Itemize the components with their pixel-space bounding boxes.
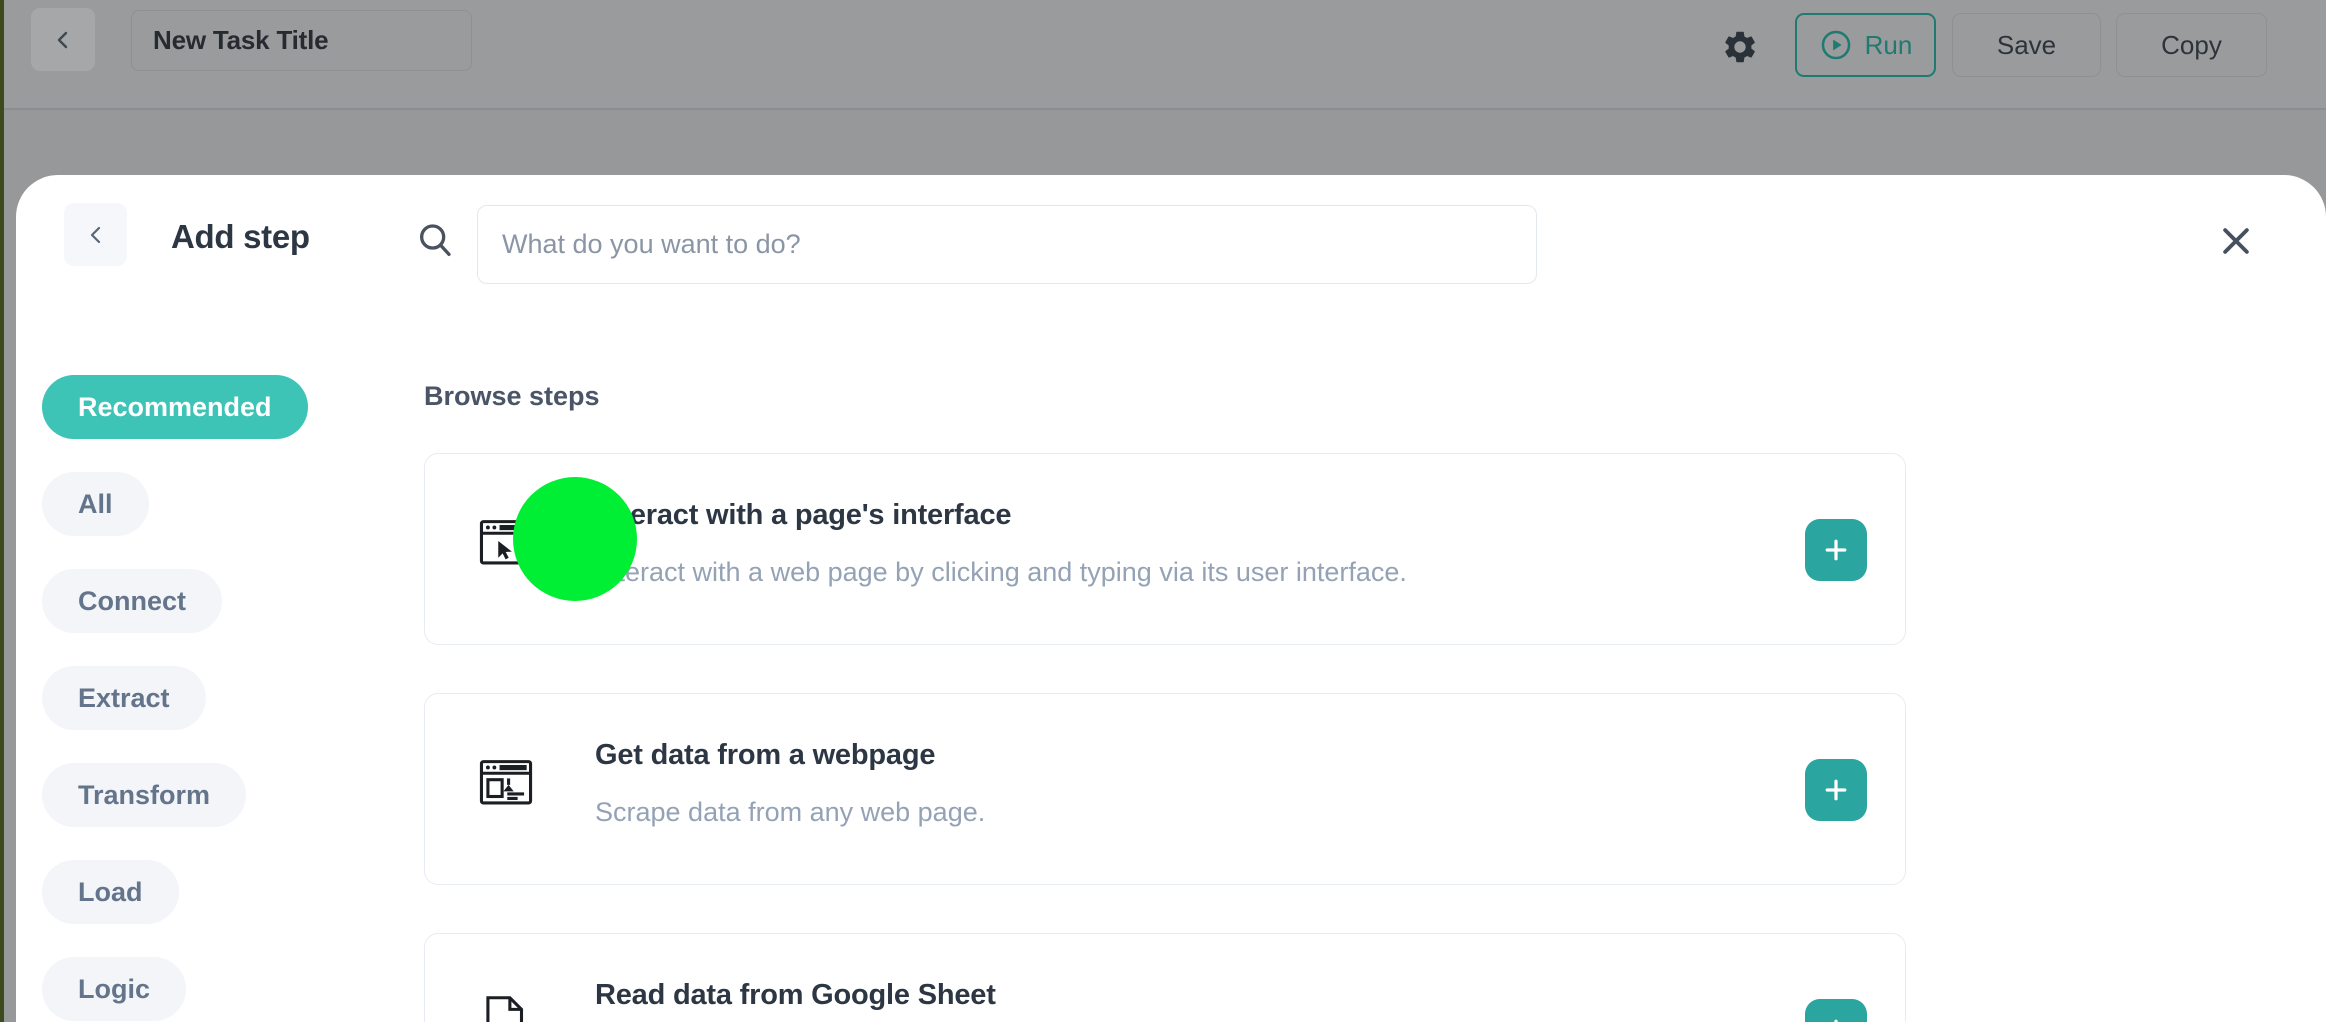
gear-icon — [1721, 28, 1759, 66]
chevron-left-icon — [51, 28, 75, 52]
search-icon-button — [415, 220, 455, 260]
sidebar-item-extract[interactable]: Extract — [42, 666, 206, 730]
add-step-button[interactable] — [1805, 759, 1867, 821]
step-card-description: Scrape data from any web page. — [595, 797, 985, 828]
run-button[interactable]: Run — [1795, 13, 1936, 77]
save-button[interactable]: Save — [1952, 13, 2101, 77]
close-modal-button[interactable] — [2211, 216, 2261, 266]
plus-icon — [1821, 535, 1851, 565]
browse-steps-heading: Browse steps — [424, 381, 600, 412]
sidebar-item-logic[interactable]: Logic — [42, 957, 186, 1021]
sidebar-item-recommended[interactable]: Recommended — [42, 375, 308, 439]
sidebar-item-transform[interactable]: Transform — [42, 763, 246, 827]
step-card-get-data[interactable]: Get data from a webpage Scrape data from… — [424, 693, 1906, 885]
browser-scrape-icon — [469, 744, 543, 818]
search-icon — [415, 220, 455, 260]
save-button-label: Save — [1997, 30, 2056, 61]
copy-button-label: Copy — [2161, 30, 2222, 61]
app-top-bar: New Task Title Run Save Copy — [0, 0, 2326, 110]
step-list: Interact with a page's interface Interac… — [424, 453, 1906, 1022]
run-button-label: Run — [1865, 30, 1913, 61]
close-icon — [2216, 221, 2256, 261]
search-input-placeholder: What do you want to do? — [502, 229, 801, 260]
app-back-button[interactable] — [31, 8, 95, 71]
step-card-description: Interact with a web page by clicking and… — [595, 557, 1407, 588]
step-card-title: Interact with a page's interface — [595, 499, 1011, 532]
category-sidebar: Recommended All Connect Extract Transfor… — [42, 375, 342, 1022]
step-card-interact[interactable]: Interact with a page's interface Interac… — [424, 453, 1906, 645]
add-step-button[interactable] — [1805, 519, 1867, 581]
task-title-value: New Task Title — [153, 25, 328, 56]
copy-button[interactable]: Copy — [2116, 13, 2267, 77]
step-card-title: Read data from Google Sheet — [595, 979, 996, 1012]
chevron-left-icon — [84, 223, 108, 247]
step-card-title: Get data from a webpage — [595, 739, 935, 772]
page-title: Add step — [171, 218, 310, 256]
modal-header: Add step What do you want to do? — [16, 175, 2326, 310]
settings-button[interactable] — [1719, 26, 1761, 68]
cursor-highlight — [513, 477, 637, 601]
step-card-google-sheet[interactable]: Read data from Google Sheet — [424, 933, 1906, 1022]
plus-icon — [1821, 775, 1851, 805]
sidebar-item-connect[interactable]: Connect — [42, 569, 222, 633]
task-title-input[interactable]: New Task Title — [131, 10, 472, 71]
play-circle-icon — [1819, 28, 1853, 62]
recording-edge-stripe — [0, 0, 4, 1022]
add-step-button[interactable] — [1805, 999, 1867, 1022]
sidebar-item-load[interactable]: Load — [42, 860, 179, 924]
search-input[interactable]: What do you want to do? — [477, 205, 1537, 284]
modal-back-button[interactable] — [64, 203, 127, 266]
plus-icon — [1821, 1015, 1851, 1022]
document-search-icon — [469, 984, 543, 1022]
sidebar-item-all[interactable]: All — [42, 472, 149, 536]
